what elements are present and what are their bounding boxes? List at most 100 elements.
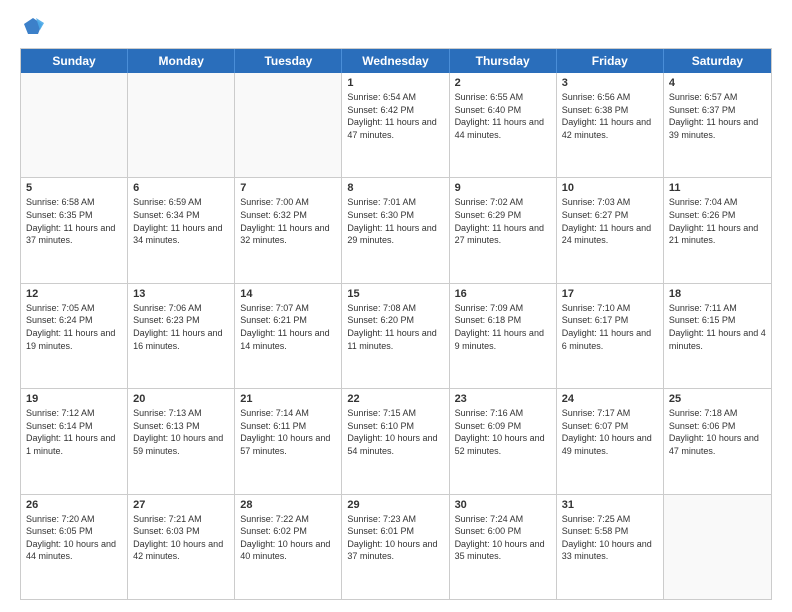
day-number: 17 [562, 288, 658, 300]
cal-cell-4: 4 Sunrise: 6:57 AMSunset: 6:37 PMDaylight… [664, 73, 771, 177]
cal-cell-empty-0-1 [128, 73, 235, 177]
cal-cell-27: 27Sunrise: 7:21 AMSunset: 6:03 PMDayligh… [128, 495, 235, 599]
cal-cell-13: 13 Sunrise: 7:06 AMSunset: 6:23 PMDayligh… [128, 284, 235, 388]
cal-cell-7: 7 Sunrise: 7:00 AMSunset: 6:32 PMDaylight… [235, 178, 342, 282]
calendar: SundayMondayTuesdayWednesdayThursdayFrid… [20, 48, 772, 600]
cal-cell-empty-4-6 [664, 495, 771, 599]
cell-info: Sunrise: 7:20 AMSunset: 6:05 PMDaylight:… [26, 513, 122, 563]
cell-info: Sunrise: 7:22 AMSunset: 6:02 PMDaylight:… [240, 513, 336, 563]
cal-header-thursday: Thursday [450, 49, 557, 73]
logo [20, 16, 44, 38]
cell-info: Sunrise: 7:02 AMSunset: 6:29 PMDaylight:… [455, 196, 551, 246]
day-number: 15 [347, 288, 443, 300]
page: SundayMondayTuesdayWednesdayThursdayFrid… [0, 0, 792, 612]
cal-cell-empty-0-0 [21, 73, 128, 177]
cal-week-1: 5Sunrise: 6:58 AMSunset: 6:35 PMDaylight… [21, 177, 771, 282]
day-number: 7 [240, 182, 336, 194]
cal-header-wednesday: Wednesday [342, 49, 449, 73]
day-number: 18 [669, 288, 766, 300]
cell-info: Sunrise: 7:16 AMSunset: 6:09 PMDaylight:… [455, 407, 551, 457]
cell-info: Sunrise: 7:13 AMSunset: 6:13 PMDaylight:… [133, 407, 229, 457]
day-number: 2 [455, 77, 551, 89]
cell-info: Sunrise: 7:14 AMSunset: 6:11 PMDaylight:… [240, 407, 336, 457]
day-number: 24 [562, 393, 658, 405]
cal-cell-20: 20 Sunrise: 7:13 AMSunset: 6:13 PMDayligh… [128, 389, 235, 493]
cal-cell-23: 23 Sunrise: 7:16 AMSunset: 6:09 PMDayligh… [450, 389, 557, 493]
cal-header-saturday: Saturday [664, 49, 771, 73]
day-number: 16 [455, 288, 551, 300]
cal-cell-22: 22 Sunrise: 7:15 AMSunset: 6:10 PMDayligh… [342, 389, 449, 493]
cal-cell-2: 2Sunrise: 6:55 AMSunset: 6:40 PMDaylight… [450, 73, 557, 177]
cal-cell-30: 30 Sunrise: 7:24 AMSunset: 6:00 PMDayligh… [450, 495, 557, 599]
cell-info: Sunrise: 6:58 AMSunset: 6:35 PMDaylight:… [26, 196, 122, 246]
cal-cell-empty-0-2 [235, 73, 342, 177]
day-number: 12 [26, 288, 122, 300]
day-number: 29 [347, 499, 443, 511]
calendar-header-row: SundayMondayTuesdayWednesdayThursdayFrid… [21, 49, 771, 73]
cal-cell-8: 8 Sunrise: 7:01 AMSunset: 6:30 PMDaylight… [342, 178, 449, 282]
cal-cell-25: 25Sunrise: 7:18 AMSunset: 6:06 PMDayligh… [664, 389, 771, 493]
cell-info: Sunrise: 7:09 AMSunset: 6:18 PMDaylight:… [455, 302, 551, 352]
cal-week-4: 26 Sunrise: 7:20 AMSunset: 6:05 PMDayligh… [21, 494, 771, 599]
cell-info: Sunrise: 7:17 AMSunset: 6:07 PMDaylight:… [562, 407, 658, 457]
cell-info: Sunrise: 7:01 AMSunset: 6:30 PMDaylight:… [347, 196, 443, 246]
day-number: 26 [26, 499, 122, 511]
cal-week-3: 19 Sunrise: 7:12 AMSunset: 6:14 PMDayligh… [21, 388, 771, 493]
day-number: 19 [26, 393, 122, 405]
day-number: 4 [669, 77, 766, 89]
cell-info: Sunrise: 6:56 AMSunset: 6:38 PMDaylight:… [562, 91, 658, 141]
cal-week-2: 12Sunrise: 7:05 AMSunset: 6:24 PMDayligh… [21, 283, 771, 388]
day-number: 1 [347, 77, 443, 89]
logo-flag-icon [22, 16, 44, 38]
cell-info: Sunrise: 7:12 AMSunset: 6:14 PMDaylight:… [26, 407, 122, 457]
cell-info: Sunrise: 7:00 AMSunset: 6:32 PMDaylight:… [240, 196, 336, 246]
cell-info: Sunrise: 7:23 AMSunset: 6:01 PMDaylight:… [347, 513, 443, 563]
day-number: 31 [562, 499, 658, 511]
cal-cell-9: 9 Sunrise: 7:02 AMSunset: 6:29 PMDaylight… [450, 178, 557, 282]
day-number: 8 [347, 182, 443, 194]
cell-info: Sunrise: 7:04 AMSunset: 6:26 PMDaylight:… [669, 196, 766, 246]
cal-cell-31: 31 Sunrise: 7:25 AMSunset: 5:58 PMDayligh… [557, 495, 664, 599]
cell-info: Sunrise: 6:59 AMSunset: 6:34 PMDaylight:… [133, 196, 229, 246]
cell-info: Sunrise: 7:06 AMSunset: 6:23 PMDaylight:… [133, 302, 229, 352]
day-number: 9 [455, 182, 551, 194]
cell-info: Sunrise: 7:18 AMSunset: 6:06 PMDaylight:… [669, 407, 766, 457]
cell-info: Sunrise: 6:54 AMSunset: 6:42 PMDaylight:… [347, 91, 443, 141]
cal-header-sunday: Sunday [21, 49, 128, 73]
cal-cell-29: 29 Sunrise: 7:23 AMSunset: 6:01 PMDayligh… [342, 495, 449, 599]
cell-info: Sunrise: 6:57 AMSunset: 6:37 PMDaylight:… [669, 91, 766, 141]
cell-info: Sunrise: 7:08 AMSunset: 6:20 PMDaylight:… [347, 302, 443, 352]
cal-cell-16: 16 Sunrise: 7:09 AMSunset: 6:18 PMDayligh… [450, 284, 557, 388]
cal-cell-6: 6 Sunrise: 6:59 AMSunset: 6:34 PMDaylight… [128, 178, 235, 282]
day-number: 21 [240, 393, 336, 405]
day-number: 22 [347, 393, 443, 405]
day-number: 6 [133, 182, 229, 194]
header [20, 16, 772, 38]
calendar-body: 1 Sunrise: 6:54 AMSunset: 6:42 PMDaylight… [21, 73, 771, 599]
cal-cell-14: 14Sunrise: 7:07 AMSunset: 6:21 PMDayligh… [235, 284, 342, 388]
day-number: 23 [455, 393, 551, 405]
day-number: 3 [562, 77, 658, 89]
cal-cell-19: 19 Sunrise: 7:12 AMSunset: 6:14 PMDayligh… [21, 389, 128, 493]
day-number: 11 [669, 182, 766, 194]
cal-cell-10: 10Sunrise: 7:03 AMSunset: 6:27 PMDayligh… [557, 178, 664, 282]
cell-info: Sunrise: 7:25 AMSunset: 5:58 PMDaylight:… [562, 513, 658, 563]
cal-header-monday: Monday [128, 49, 235, 73]
cal-header-friday: Friday [557, 49, 664, 73]
cell-info: Sunrise: 7:11 AMSunset: 6:15 PMDaylight:… [669, 302, 766, 352]
day-number: 30 [455, 499, 551, 511]
day-number: 20 [133, 393, 229, 405]
cal-header-tuesday: Tuesday [235, 49, 342, 73]
cal-cell-15: 15 Sunrise: 7:08 AMSunset: 6:20 PMDayligh… [342, 284, 449, 388]
cal-cell-11: 11 Sunrise: 7:04 AMSunset: 6:26 PMDayligh… [664, 178, 771, 282]
day-number: 28 [240, 499, 336, 511]
cal-cell-24: 24 Sunrise: 7:17 AMSunset: 6:07 PMDayligh… [557, 389, 664, 493]
cell-info: Sunrise: 7:21 AMSunset: 6:03 PMDaylight:… [133, 513, 229, 563]
cell-info: Sunrise: 7:24 AMSunset: 6:00 PMDaylight:… [455, 513, 551, 563]
day-number: 10 [562, 182, 658, 194]
day-number: 14 [240, 288, 336, 300]
cal-cell-1: 1 Sunrise: 6:54 AMSunset: 6:42 PMDaylight… [342, 73, 449, 177]
cell-info: Sunrise: 7:15 AMSunset: 6:10 PMDaylight:… [347, 407, 443, 457]
cal-cell-21: 21 Sunrise: 7:14 AMSunset: 6:11 PMDayligh… [235, 389, 342, 493]
day-number: 13 [133, 288, 229, 300]
